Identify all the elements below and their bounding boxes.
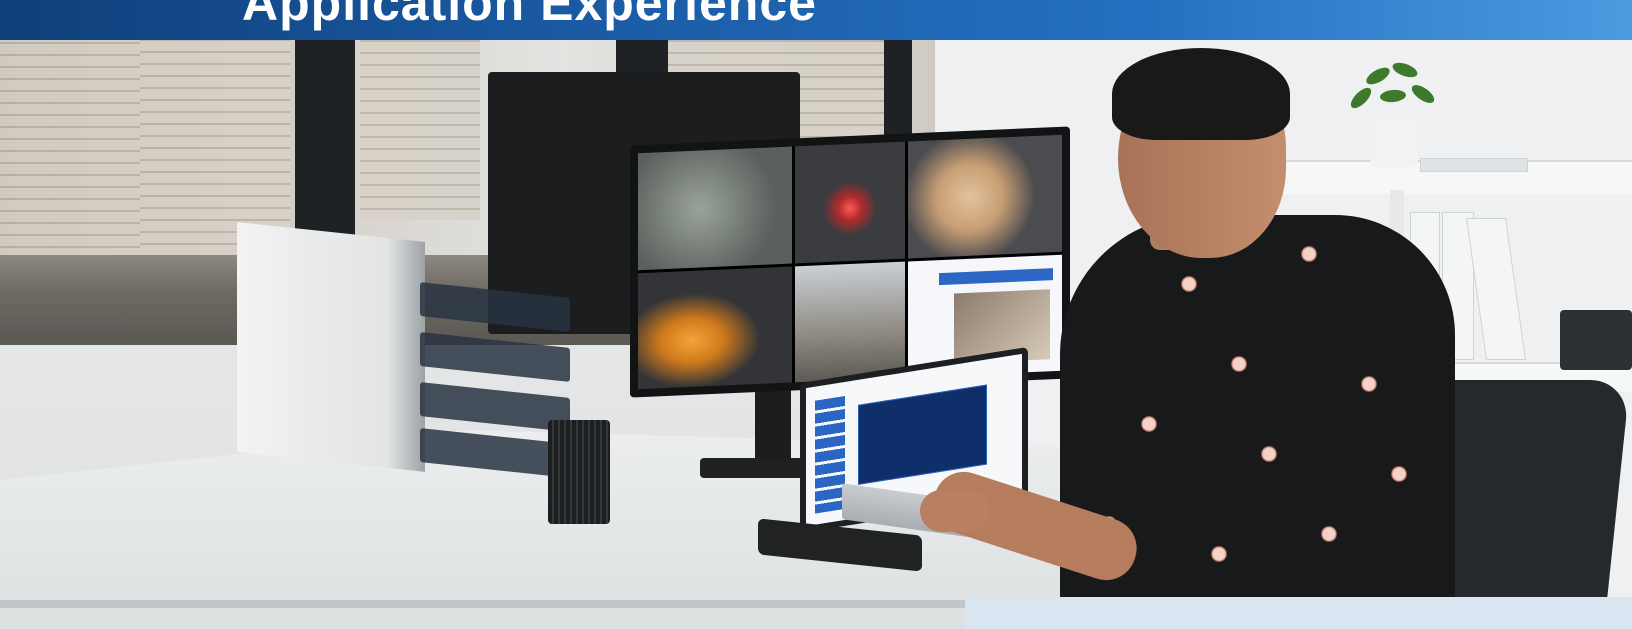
viewport-vehicles [638, 266, 792, 390]
storage-bin [1560, 310, 1632, 370]
current-slide [857, 384, 988, 485]
desk-divider [237, 222, 425, 472]
shelf-box [1420, 158, 1528, 172]
person-hand [920, 490, 990, 532]
shirt-flower [1230, 355, 1248, 373]
shirt-flower [1180, 275, 1198, 293]
viewport-street [794, 261, 906, 383]
shirt-flower [1300, 245, 1318, 263]
shirt-flower [1260, 445, 1278, 463]
shirt-flower [1360, 375, 1378, 393]
viewport-red-object [794, 141, 906, 263]
header-banner: Application Experience [0, 0, 1632, 40]
page: Application Experience [0, 0, 1632, 629]
banner-title: Application Experience [242, 0, 817, 31]
office-photo [0, 40, 1632, 629]
viewport-terrain [638, 146, 792, 270]
plant-pot [1370, 120, 1418, 168]
document-header-bar [939, 268, 1053, 286]
building-left [0, 40, 140, 270]
bottom-strip [965, 597, 1632, 629]
shirt-flower [1390, 465, 1408, 483]
person-hair [1112, 48, 1290, 140]
shirt-flower [1210, 545, 1228, 563]
pen-cup [548, 420, 610, 524]
building-mid [140, 40, 290, 255]
shirt-flower [1140, 415, 1158, 433]
building-right [360, 40, 480, 220]
monitor-stand [755, 388, 791, 458]
shirt-flower [1320, 525, 1338, 543]
viewport-model [908, 134, 1062, 258]
slide-thumbnails [814, 395, 845, 514]
